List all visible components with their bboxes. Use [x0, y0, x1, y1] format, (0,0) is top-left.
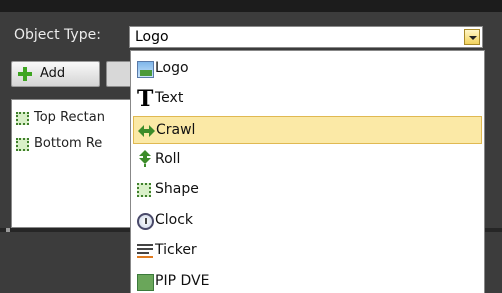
menu-item-label: Text: [155, 90, 184, 106]
list-item-label: Bottom Re: [34, 136, 103, 151]
menu-item-crawl[interactable]: Crawl: [133, 116, 482, 144]
plus-icon: [18, 67, 32, 81]
title-band: [0, 0, 502, 12]
menu-item-label: Crawl: [156, 122, 196, 138]
crawl-icon: [138, 125, 155, 137]
menu-item-clock[interactable]: Clock: [133, 207, 482, 235]
menu-item-text[interactable]: T Text: [133, 85, 482, 113]
shape-icon: [137, 183, 151, 197]
list-item-label: Top Rectan: [34, 110, 105, 125]
pip-icon: [137, 274, 154, 291]
object-type-combobox[interactable]: Logo: [129, 26, 483, 48]
roll-icon: [139, 150, 151, 167]
splitter-grip[interactable]: [6, 228, 10, 232]
ticker-icon: [137, 244, 153, 258]
menu-item-label: Clock: [155, 212, 194, 228]
object-type-dropdown: Logo T Text Crawl Roll Shape Clock Ticke…: [130, 50, 485, 293]
object-type-label: Object Type:: [14, 27, 101, 43]
menu-item-label: PIP DVE: [155, 273, 210, 289]
text-icon: T: [137, 86, 154, 112]
shape-icon: [16, 138, 29, 151]
chevron-down-icon[interactable]: [464, 29, 480, 45]
menu-item-label: Roll: [155, 151, 181, 167]
menu-item-logo[interactable]: Logo: [133, 55, 482, 83]
shape-icon: [16, 112, 29, 125]
menu-item-roll[interactable]: Roll: [133, 146, 482, 174]
menu-item-label: Ticker: [155, 242, 197, 258]
menu-item-shape[interactable]: Shape: [133, 176, 482, 204]
logo-icon: [137, 61, 154, 78]
object-type-selected-value: Logo: [135, 29, 169, 45]
add-button[interactable]: Add: [11, 61, 100, 87]
clock-icon: [137, 213, 154, 230]
menu-item-pip-dve[interactable]: PIP DVE: [133, 268, 482, 293]
menu-item-ticker[interactable]: Ticker: [133, 237, 482, 265]
add-button-label: Add: [40, 66, 66, 81]
menu-item-label: Logo: [155, 60, 189, 76]
menu-item-label: Shape: [155, 181, 199, 197]
